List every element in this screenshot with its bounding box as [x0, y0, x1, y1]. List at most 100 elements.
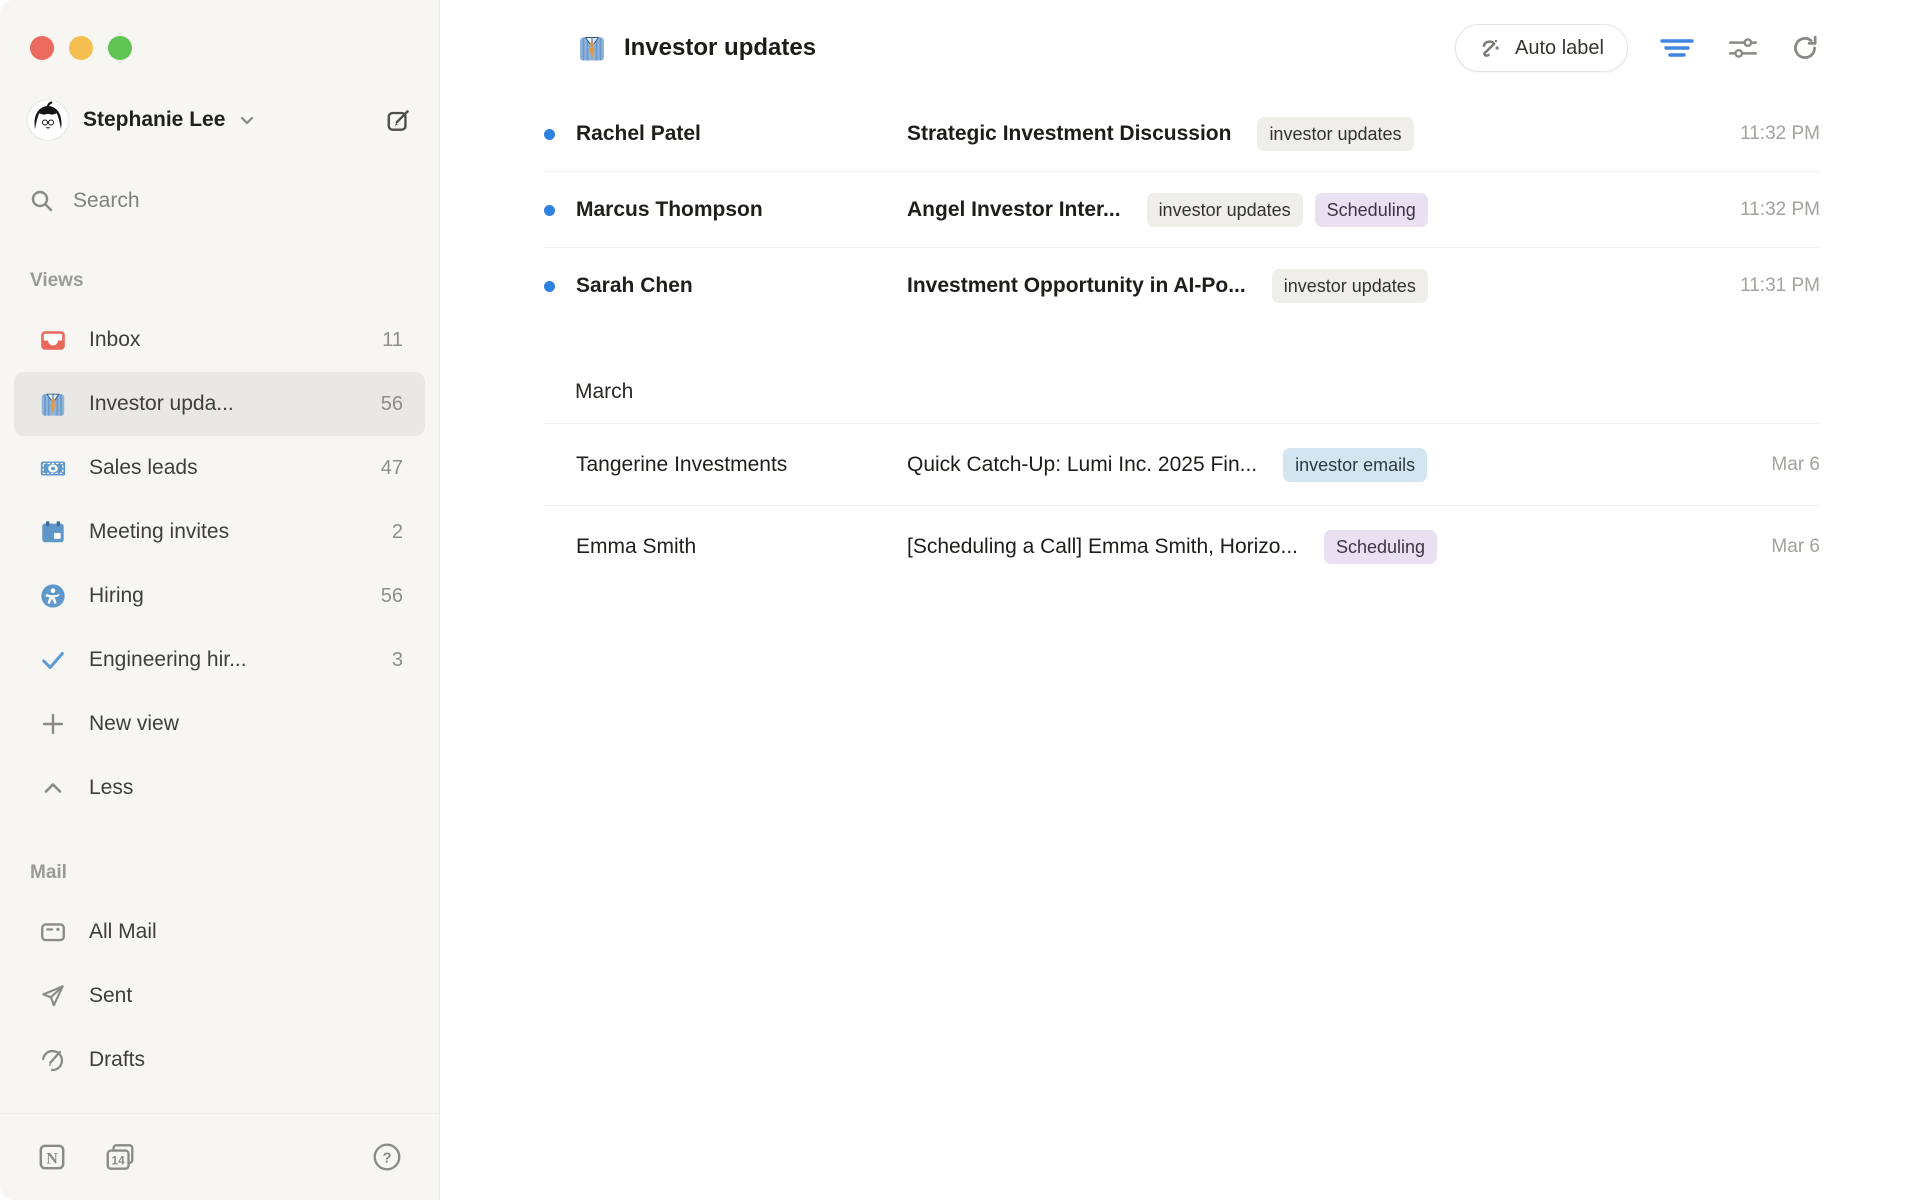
label-badge[interactable]: investor updates [1257, 117, 1413, 151]
checkmark-icon [38, 646, 68, 674]
calendar-icon [38, 518, 68, 546]
sliders-icon[interactable] [1726, 33, 1760, 63]
chevron-up-icon [38, 775, 68, 801]
email-subject: Investment Opportunity in AI-Po... [907, 274, 1246, 298]
sidebar-item-sent[interactable]: Sent [14, 964, 425, 1028]
help-icon[interactable]: ? [371, 1141, 403, 1173]
banknote-icon [38, 454, 68, 482]
close-button[interactable] [30, 36, 54, 60]
sidebar-item-count: 56 [381, 585, 403, 608]
sidebar-item-label: Engineering hir... [89, 648, 247, 672]
window-controls [0, 0, 439, 60]
compose-icon[interactable] [385, 106, 413, 134]
mail-list: All Mail Sent [0, 900, 439, 1092]
svg-text:14: 14 [112, 1154, 126, 1167]
sidebar-item-count: 2 [392, 521, 403, 544]
svg-text:N: N [46, 1150, 58, 1167]
svg-text:?: ? [382, 1149, 391, 1166]
less-button[interactable]: Less [14, 756, 425, 820]
page-title: Investor updates [624, 34, 816, 62]
email-sender: Emma Smith [576, 535, 907, 559]
sidebar-item-count: 3 [392, 649, 403, 672]
necktie-icon [38, 390, 68, 418]
group-heading: March [440, 324, 1920, 424]
email-subject: Quick Catch-Up: Lumi Inc. 2025 Fin... [907, 453, 1257, 477]
email-subject: [Scheduling a Call] Emma Smith, Horizo..… [907, 535, 1298, 559]
email-group: March Tangerine Investments Quick Catch-… [440, 324, 1920, 588]
pencil-circle-icon [38, 1046, 68, 1074]
avatar [28, 100, 68, 140]
sidebar-item-meeting-invites[interactable]: Meeting invites 2 [14, 500, 425, 564]
label-badge[interactable]: investor updates [1147, 193, 1303, 227]
sidebar-item-drafts[interactable]: Drafts [14, 1028, 425, 1092]
sidebar-item-count: 47 [381, 457, 403, 480]
sidebar: Stephanie Lee Search Views [0, 0, 440, 1200]
sidebar-item-label: Investor upda... [89, 392, 234, 416]
email-time: 11:32 PM [1720, 123, 1820, 145]
sidebar-item-label: Inbox [89, 328, 140, 352]
minimize-button[interactable] [69, 36, 93, 60]
unread-dot [544, 205, 555, 216]
email-sender: Sarah Chen [576, 274, 907, 298]
app-window: Stephanie Lee Search Views [0, 0, 1920, 1200]
email-row-tangerine-investments[interactable]: Tangerine Investments Quick Catch-Up: Lu… [440, 424, 1920, 506]
filter-icon[interactable] [1658, 34, 1696, 62]
email-time: 11:32 PM [1720, 199, 1820, 221]
account-switcher[interactable]: Stephanie Lee [0, 100, 439, 140]
sidebar-item-label: All Mail [89, 920, 157, 944]
email-time: Mar 6 [1751, 454, 1820, 476]
email-labels: investor updates [1272, 269, 1428, 303]
views-list: Inbox 11 Investor upda... 56 [0, 308, 439, 820]
search-label: Search [73, 189, 140, 213]
email-sender: Rachel Patel [576, 122, 907, 146]
sidebar-item-label: Meeting invites [89, 520, 229, 544]
list-header: Investor updates Auto label [440, 0, 1920, 96]
email-row-sarah-chen[interactable]: Sarah Chen Investment Opportunity in AI-… [440, 248, 1920, 324]
plus-icon [38, 711, 68, 737]
label-badge[interactable]: investor emails [1283, 448, 1427, 482]
new-view-button[interactable]: New view [14, 692, 425, 756]
person-circle-icon [38, 582, 68, 610]
email-row-emma-smith[interactable]: Emma Smith [Scheduling a Call] Emma Smit… [440, 506, 1920, 588]
notion-logo-icon[interactable]: N [36, 1141, 68, 1173]
auto-label-button[interactable]: Auto label [1455, 24, 1628, 72]
email-sender: Marcus Thompson [576, 198, 907, 222]
sidebar-item-label: Sales leads [89, 456, 198, 480]
sidebar-item-label: Drafts [89, 1048, 145, 1072]
email-labels: Scheduling [1324, 530, 1437, 564]
sidebar-item-engineering-hiring[interactable]: Engineering hir... 3 [14, 628, 425, 692]
sidebar-item-hiring[interactable]: Hiring 56 [14, 564, 425, 628]
email-subject: Strategic Investment Discussion [907, 122, 1231, 146]
sidebar-item-label: Hiring [89, 584, 144, 608]
inbox-tray-icon [38, 326, 68, 354]
label-badge[interactable]: Scheduling [1324, 530, 1437, 564]
sidebar-item-count: 11 [382, 329, 403, 352]
email-sender: Tangerine Investments [576, 453, 907, 477]
sidebar-item-all-mail[interactable]: All Mail [14, 900, 425, 964]
sidebar-item-sales-leads[interactable]: Sales leads 47 [14, 436, 425, 500]
label-badge[interactable]: investor updates [1272, 269, 1428, 303]
label-badge[interactable]: Scheduling [1315, 193, 1428, 227]
necktie-icon [577, 33, 607, 63]
email-time: Mar 6 [1751, 536, 1820, 558]
search-button[interactable]: Search [0, 186, 439, 216]
email-group: Rachel Patel Strategic Investment Discus… [440, 96, 1920, 324]
envelope-icon [38, 918, 68, 946]
view-title: Investor updates [577, 33, 816, 63]
refresh-icon[interactable] [1790, 33, 1820, 63]
email-row-marcus-thompson[interactable]: Marcus Thompson Angel Investor Inter... … [440, 172, 1920, 248]
unread-dot [544, 129, 555, 140]
auto-label-wand-icon [1479, 36, 1503, 60]
email-labels: investor emails [1283, 448, 1427, 482]
notion-calendar-icon[interactable]: 14 [104, 1141, 136, 1173]
chevron-down-icon [237, 110, 257, 130]
sidebar-item-inbox[interactable]: Inbox 11 [14, 308, 425, 372]
sidebar-item-investor-updates[interactable]: Investor upda... 56 [14, 372, 425, 436]
email-labels: investor updates Scheduling [1147, 193, 1428, 227]
email-row-rachel-patel[interactable]: Rachel Patel Strategic Investment Discus… [440, 96, 1920, 172]
search-icon [29, 188, 55, 214]
zoom-button[interactable] [108, 36, 132, 60]
views-section-label: Views [0, 270, 439, 292]
email-subject: Angel Investor Inter... [907, 198, 1121, 222]
sidebar-footer: N 14 ? [0, 1113, 439, 1200]
